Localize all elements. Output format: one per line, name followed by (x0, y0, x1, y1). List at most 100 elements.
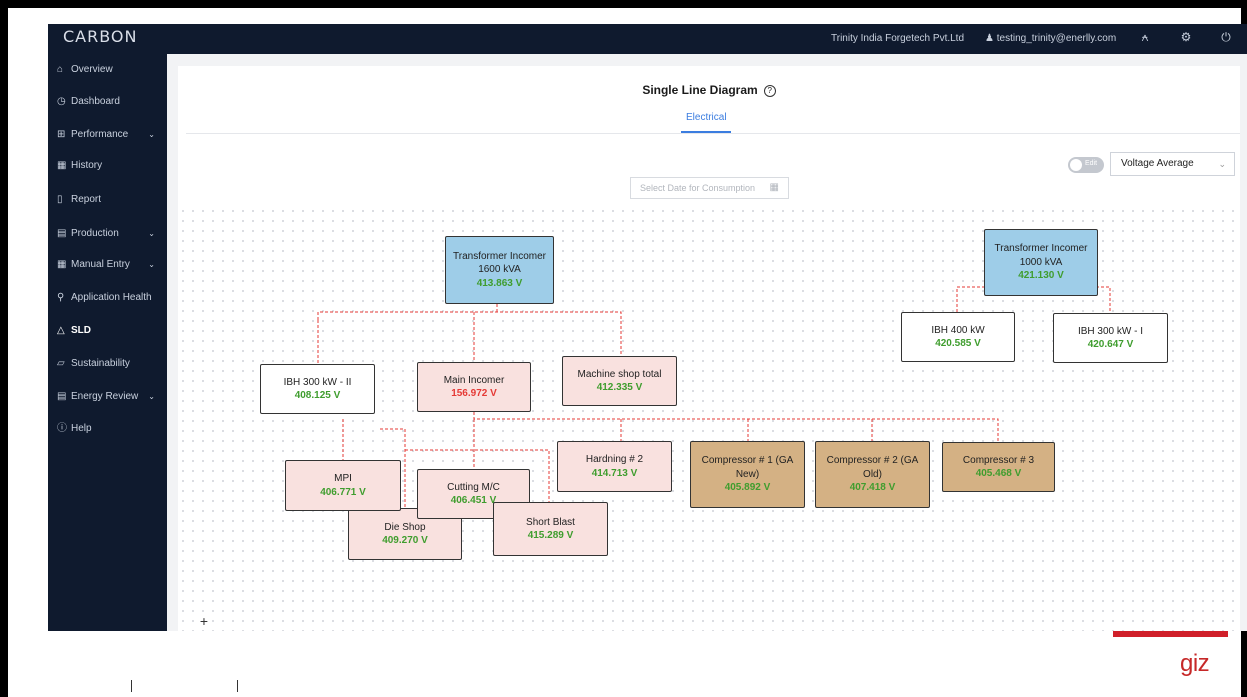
node-value: 156.972 V (451, 388, 497, 399)
metric-select[interactable]: Voltage Average ⌄ (1110, 152, 1235, 176)
node-compressor-1[interactable]: Compressor # 1 (GA New) 405.892 V (690, 441, 805, 508)
sidebar-item-help[interactable]: ⓘ Help (48, 416, 167, 442)
node-compressor-2[interactable]: Compressor # 2 (GA Old) 407.418 V (815, 441, 930, 508)
page-title-text: Single Line Diagram (642, 83, 758, 97)
node-compressor-3[interactable]: Compressor # 3 405.468 V (942, 442, 1055, 492)
sidebar-item-label: Performance (71, 129, 129, 140)
sidebar-item-sld[interactable]: △ SLD (48, 318, 167, 344)
sidebar-item-dashboard[interactable]: ◷ Dashboard (48, 89, 167, 115)
node-name: Die Shop (384, 521, 426, 533)
node-ibh-400[interactable]: IBH 400 kW 420.585 V (901, 312, 1015, 362)
node-name: Transformer Incomer (994, 243, 1088, 255)
sidebar-item-label: Production (71, 228, 119, 239)
node-hardning-2[interactable]: Hardning # 2 414.713 V (557, 441, 672, 492)
node-transformer-1000[interactable]: Transformer Incomer 1000 kVA 421.130 V (984, 229, 1098, 296)
frame-border-left (0, 0, 8, 697)
chevron-down-icon: ⌄ (148, 229, 155, 238)
sidebar-item-report[interactable]: ▯ Report (48, 187, 167, 213)
presentation-frame: CARBON Trinity India Forgetech Pvt.Ltd ♟… (0, 0, 1247, 697)
node-short-blast[interactable]: Short Blast 415.289 V (493, 502, 608, 556)
node-ibh-300-i[interactable]: IBH 300 kW - I 420.647 V (1053, 313, 1168, 363)
metric-select-value: Voltage Average (1121, 158, 1194, 169)
tree-icon: △ (57, 325, 65, 336)
node-value: 420.585 V (935, 338, 981, 349)
footer-divider (237, 680, 238, 692)
node-value: 413.863 V (476, 277, 523, 289)
sidebar-item-label: Help (71, 423, 92, 434)
node-name: Compressor # 3 (962, 454, 1035, 466)
sidebar-item-label: Sustainability (71, 358, 130, 369)
add-node-button[interactable]: + (196, 614, 212, 630)
power-icon[interactable]: ⏻ (1218, 30, 1234, 45)
toggle-knob (1070, 159, 1082, 171)
chevron-down-icon: ⌄ (148, 260, 155, 269)
node-name: MPI (334, 473, 352, 484)
home-icon: ⌂ (57, 64, 64, 75)
tab-divider (186, 133, 1240, 134)
top-bar: CARBON Trinity India Forgetech Pvt.Ltd ♟… (48, 24, 1247, 54)
clock-icon: ◷ (57, 96, 66, 107)
node-name: IBH 300 kW - I (1077, 325, 1143, 337)
footer-divider (131, 680, 132, 692)
help-icon[interactable]: ? (763, 85, 776, 97)
sidebar: ⌂ Overview ◷ Dashboard ⊞ Performance ⌄ ▦ Hist… (48, 54, 167, 631)
node-rating: 1000 kVA (1019, 256, 1063, 268)
help-icon: ⓘ (57, 423, 67, 434)
node-value: 408.125 V (294, 390, 341, 401)
node-value: 415.289 V (527, 530, 574, 541)
chart-icon: ▱ (57, 358, 65, 369)
node-name: Hardning # 2 (585, 454, 644, 465)
sidebar-item-overview[interactable]: ⌂ Overview (48, 57, 167, 83)
user-account[interactable]: ♟ testing_trinity@enerlly.com (985, 33, 1116, 44)
list-icon: ▤ (57, 228, 67, 239)
sidebar-item-manual-entry[interactable]: ▦ Manual Entry ⌄ (48, 252, 167, 278)
node-mpi[interactable]: MPI 406.771 V (285, 460, 401, 511)
calendar-icon: ▦ (769, 182, 779, 193)
app-logo: CARBON (63, 27, 138, 46)
sidebar-item-label: Application Health (71, 292, 152, 303)
node-value: 421.130 V (1018, 270, 1064, 282)
node-machine-shop[interactable]: Machine shop total 412.335 V (562, 356, 677, 406)
company-name: Trinity India Forgetech Pvt.Ltd (831, 33, 965, 44)
edit-toggle-label: Edit (1085, 160, 1098, 167)
sidebar-item-production[interactable]: ▤ Production ⌄ (48, 221, 167, 247)
node-value: 406.771 V (320, 486, 366, 498)
user-icon: ♟ (985, 33, 994, 44)
chevron-down-icon: ⌄ (148, 392, 155, 401)
bell-icon[interactable]: ⍲ (1137, 30, 1153, 45)
node-rating: 1600 kVA (478, 264, 521, 276)
node-value: 414.713 V (591, 467, 638, 479)
page-title: Single Line Diagram? (178, 83, 1240, 97)
node-name: IBH 400 kW (931, 324, 985, 336)
node-value: 407.418 V (849, 482, 896, 494)
date-picker-placeholder: Select Date for Consumption (640, 183, 756, 193)
node-name: Transformer Incomer (453, 250, 546, 262)
sidebar-item-performance[interactable]: ⊞ Performance ⌄ (48, 122, 167, 148)
node-main-incomer[interactable]: Main Incomer 156.972 V (417, 362, 531, 412)
sidebar-item-history[interactable]: ▦ History (48, 153, 167, 179)
node-value: 409.270 V (382, 535, 428, 546)
node-transformer-1600[interactable]: Transformer Incomer 1600 kVA 413.863 V (445, 236, 554, 304)
sidebar-item-sustainability[interactable]: ▱ Sustainability (48, 351, 167, 377)
node-name: Cutting M/C (447, 481, 500, 493)
node-value: 420.647 V (1087, 339, 1134, 350)
user-email: testing_trinity@enerlly.com (996, 33, 1117, 44)
list-icon: ▤ (57, 391, 67, 402)
node-name: Short Blast (526, 516, 575, 528)
edit-toggle[interactable]: Edit (1068, 157, 1104, 173)
gear-icon[interactable]: ⚙ (1178, 30, 1194, 44)
table-icon: ▦ (57, 259, 67, 270)
date-picker[interactable]: Select Date for Consumption ▦ (630, 177, 789, 199)
node-ibh-300-ii[interactable]: IBH 300 kW - II 408.125 V (260, 364, 375, 414)
sidebar-item-energy-review[interactable]: ▤ Energy Review ⌄ (48, 384, 167, 410)
node-value: 406.451 V (450, 495, 497, 506)
tab-electrical[interactable]: Electrical (686, 112, 727, 123)
node-name: IBH 300 kW - II (283, 376, 352, 388)
grid-icon: ⊞ (57, 129, 66, 140)
sidebar-item-label: Report (71, 194, 102, 205)
sidebar-item-application-health[interactable]: ⚲ Application Health (48, 285, 167, 311)
chevron-down-icon: ⌄ (1218, 159, 1226, 169)
sidebar-item-label: History (71, 160, 103, 171)
pin-icon: ⚲ (57, 292, 65, 303)
sidebar-item-label: Dashboard (71, 96, 120, 107)
